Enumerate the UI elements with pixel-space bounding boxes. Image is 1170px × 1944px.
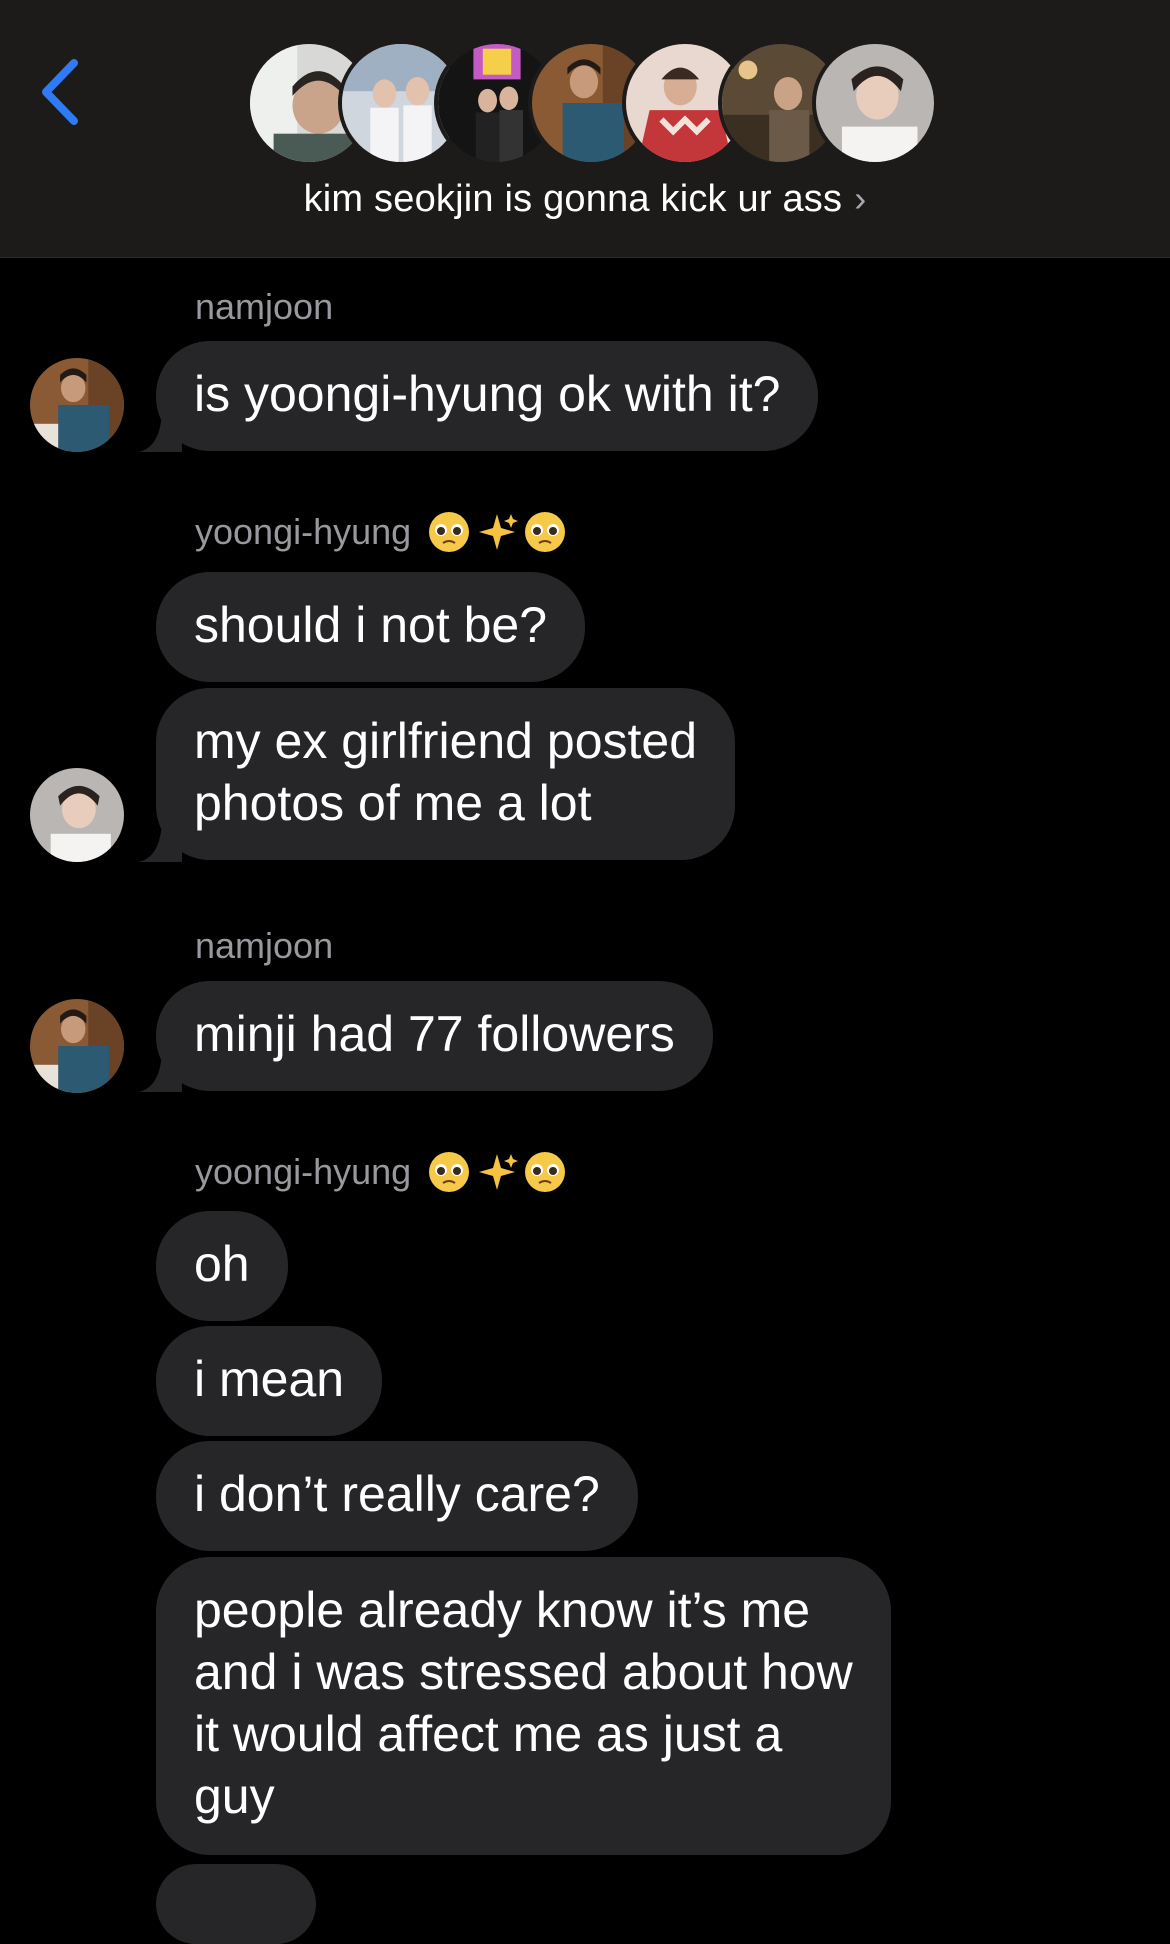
group-avatar [812, 40, 938, 166]
group-title-button[interactable]: kim seokjin is gonna kick ur ass › [0, 178, 1170, 221]
message-bubble[interactable]: i mean [156, 1326, 383, 1436]
chevron-left-icon [42, 59, 78, 125]
sender-name: namjoon [195, 286, 334, 327]
group-title: kim seokjin is gonna kick ur ass [303, 178, 843, 220]
avatar-namjoon[interactable] [30, 999, 124, 1093]
pleading-face-emoji [525, 512, 566, 552]
conversation-header: kim seokjin is gonna kick ur ass › [0, 0, 1170, 258]
pleading-face-emoji [429, 1152, 470, 1192]
message-bubble-partial[interactable] [156, 1864, 316, 1944]
message-bubble[interactable]: i don’t really care? [156, 1441, 638, 1551]
avatar-namjoon[interactable] [30, 358, 124, 452]
message-bubble[interactable]: oh [156, 1211, 288, 1321]
message-bubble[interactable]: my ex girlfriend posted photos of me a l… [156, 688, 736, 860]
sender-name: yoongi-hyung [195, 510, 567, 554]
avatar-yoongi-hyung[interactable] [30, 768, 124, 862]
sender-name: yoongi-hyung [195, 1150, 567, 1194]
message-bubble[interactable]: minji had 77 followers [156, 981, 713, 1091]
sender-name: namjoon [195, 925, 334, 966]
pleading-face-emoji [525, 1152, 566, 1192]
sparkles-emoji [479, 1154, 519, 1190]
message-bubble[interactable]: people already know it’s me and i was st… [156, 1557, 891, 1855]
chevron-right-icon: › [854, 178, 867, 219]
message-bubble[interactable]: should i not be? [156, 572, 586, 682]
message-bubble[interactable]: is yoongi-hyung ok with it? [156, 341, 819, 451]
back-button[interactable] [30, 52, 90, 132]
pleading-face-emoji [429, 512, 470, 552]
sparkles-emoji [479, 514, 519, 550]
group-avatars[interactable] [246, 40, 938, 166]
